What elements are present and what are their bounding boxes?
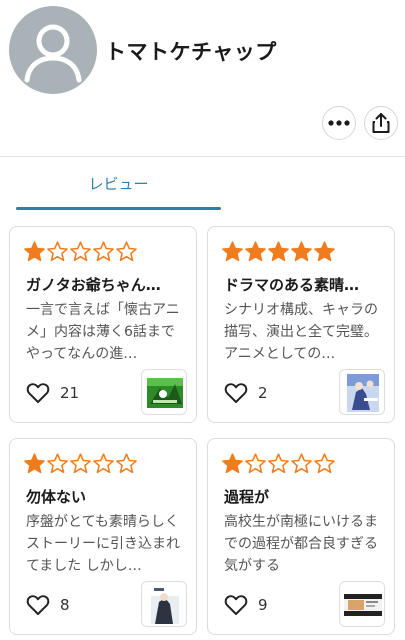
avatar[interactable]: [9, 6, 97, 94]
like-button[interactable]: 2: [224, 382, 268, 404]
heart-icon: [26, 595, 50, 615]
anime-thumbnail[interactable]: [339, 369, 385, 415]
star-outline-icon: [116, 241, 137, 262]
star-outline-icon: [314, 453, 335, 474]
star-filled-icon: [222, 453, 243, 474]
star-outline-icon: [268, 453, 289, 474]
review-body: シナリオ構成、キャラの描写、演出と全て完璧。 アニメとしての…: [224, 302, 378, 362]
like-count: 9: [258, 596, 268, 614]
star-outline-icon: [291, 453, 312, 474]
review-title: ガノタお爺ちゃん…: [26, 276, 161, 294]
star-outline-icon: [93, 241, 114, 262]
star-outline-icon: [245, 453, 266, 474]
like-count: 8: [60, 596, 70, 614]
review-card[interactable]: ガノタお爺ちゃん… 一言で言えば「懐古アニメ」内容は薄く6話までやってなんの進……: [9, 226, 197, 423]
anime-thumbnail-green: [147, 378, 183, 408]
review-body: 高校生が南極にいけるまでの過程が都合良すぎる気がする: [224, 514, 378, 574]
more-horizontal-icon: [328, 120, 350, 126]
share-button[interactable]: [364, 106, 398, 140]
star-outline-icon: [70, 241, 91, 262]
review-card[interactable]: 過程が 高校生が南極にいけるまでの過程が都合良すぎる気がする 9: [207, 438, 395, 635]
heart-icon: [26, 383, 50, 403]
anime-thumbnail[interactable]: [339, 581, 385, 627]
tab-bar: レビュー: [0, 157, 405, 212]
profile-username: トマトケチャップ: [105, 40, 277, 64]
review-card[interactable]: 勿体ない 序盤がとても素晴らしくストーリーに引き込まれてました しかし… 8: [9, 438, 197, 635]
profile-header: トマトケチャップ: [0, 0, 405, 158]
anime-thumbnail-landscape: [344, 594, 382, 616]
review-title: 勿体ない: [26, 488, 87, 506]
star-rating: [23, 452, 138, 476]
star-outline-icon: [47, 241, 68, 262]
star-filled-icon: [24, 453, 45, 474]
like-count: 21: [60, 384, 80, 402]
anime-thumbnail-dark: [151, 586, 179, 624]
anime-thumbnail[interactable]: [141, 581, 187, 627]
review-title: 過程が: [224, 488, 270, 506]
anime-thumbnail-blue: [347, 374, 379, 412]
star-filled-icon: [314, 241, 335, 262]
star-filled-icon: [268, 241, 289, 262]
star-rating: [221, 452, 336, 476]
heart-icon: [224, 383, 248, 403]
heart-icon: [224, 595, 248, 615]
like-count: 2: [258, 384, 268, 402]
anime-thumbnail[interactable]: [141, 369, 187, 415]
more-options-button[interactable]: [322, 106, 356, 140]
default-user-icon: [24, 24, 82, 83]
tab-active-indicator: [16, 207, 221, 210]
like-button[interactable]: 9: [224, 594, 268, 616]
star-rating: [23, 240, 138, 264]
star-outline-icon: [116, 453, 137, 474]
star-outline-icon: [47, 453, 68, 474]
star-filled-icon: [222, 241, 243, 262]
tab-reviews[interactable]: レビュー: [16, 157, 221, 210]
review-card[interactable]: ドラマのある素晴… シナリオ構成、キャラの描写、演出と全て完璧。 アニメとしての…: [207, 226, 395, 423]
star-filled-icon: [245, 241, 266, 262]
share-icon: [372, 113, 390, 133]
star-rating: [221, 240, 336, 264]
star-outline-icon: [70, 453, 91, 474]
star-outline-icon: [93, 453, 114, 474]
like-button[interactable]: 8: [26, 594, 70, 616]
star-filled-icon: [291, 241, 312, 262]
review-title: ドラマのある素晴…: [224, 276, 360, 294]
like-button[interactable]: 21: [26, 382, 79, 404]
review-body: 序盤がとても素晴らしくストーリーに引き込まれてました しかし…: [26, 514, 180, 574]
review-body: 一言で言えば「懐古アニメ」内容は薄く6話までやってなんの進…: [26, 302, 180, 362]
star-filled-icon: [24, 241, 45, 262]
